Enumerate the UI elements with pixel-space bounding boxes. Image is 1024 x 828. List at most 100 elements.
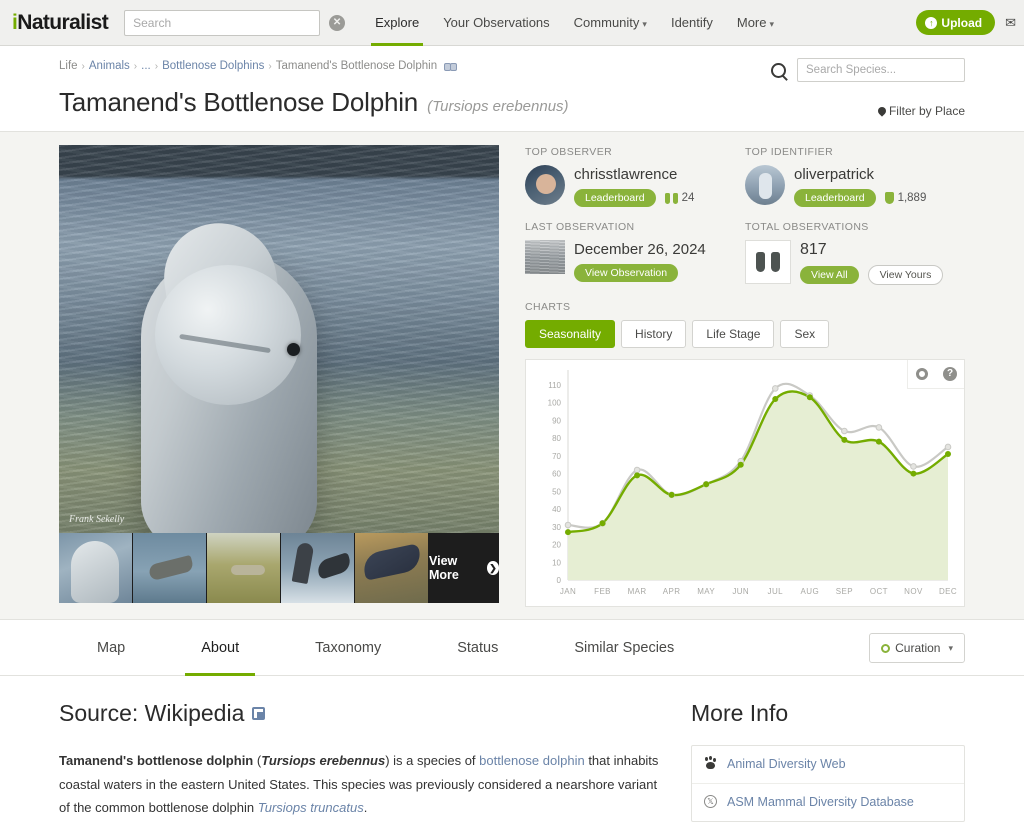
about-paragraph: Tamanend's bottlenose dolphin (Tursiops … xyxy=(59,749,659,820)
tab-map[interactable]: Map xyxy=(59,620,163,676)
top-identifier-leaderboard-button[interactable]: Leaderboard xyxy=(794,189,876,207)
thumbnail-5[interactable] xyxy=(355,533,429,603)
dolphin-head-shape xyxy=(155,265,301,405)
upload-arrow-icon: ↑ xyxy=(925,16,938,29)
last-observation-thumbnail[interactable] xyxy=(525,240,565,274)
open-paren: ( xyxy=(253,753,262,768)
view-observation-button[interactable]: View Observation xyxy=(574,264,679,282)
search-input[interactable] xyxy=(124,9,321,36)
thumbnail-2[interactable] xyxy=(133,533,207,603)
more-info-label: Animal Diversity Web xyxy=(727,757,846,771)
avatar[interactable] xyxy=(745,165,785,205)
help-question-icon[interactable]: ? xyxy=(936,360,964,388)
tab-about[interactable]: About xyxy=(163,620,277,676)
tab-status[interactable]: Status xyxy=(419,620,536,676)
more-info-item-asm-mammal-diversity-database[interactable]: 𝕏 ASM Mammal Diversity Database xyxy=(692,784,964,821)
hero-container: Frank Sekelly View More ❯ TOP OBSERVER c… xyxy=(59,145,965,607)
last-observation-date: December 26, 2024 xyxy=(574,241,706,258)
close-paren: ) xyxy=(385,753,394,768)
chart-tab-sex[interactable]: Sex xyxy=(780,320,830,348)
chart-tab-seasonality[interactable]: Seasonality xyxy=(525,320,616,348)
map-pin-icon xyxy=(876,105,888,117)
clear-search-icon[interactable]: ✕ xyxy=(329,14,346,31)
thumbnail-1[interactable] xyxy=(59,533,133,603)
nav-item-your-observations[interactable]: Your Observations xyxy=(431,0,561,46)
svg-text:FEB: FEB xyxy=(594,587,611,596)
nav-item-explore[interactable]: Explore xyxy=(363,0,431,46)
more-info-column: More Info Animal Diversity Web 𝕏 ASM Mam… xyxy=(691,700,965,822)
nav-search-group: ✕ xyxy=(124,9,346,36)
chart-tab-life-stage[interactable]: Life Stage xyxy=(692,320,775,348)
total-observations-block: TOTAL OBSERVATIONS 817 View All View You… xyxy=(745,221,965,285)
breadcrumb-item-bottlenose-dolphins[interactable]: Bottlenose Dolphins xyxy=(162,60,264,72)
breadcrumb-separator: › xyxy=(81,60,85,72)
top-observer-count: 24 xyxy=(664,192,695,204)
top-observer-block: TOP OBSERVER chrisstlawrence Leaderboard… xyxy=(525,146,745,207)
svg-text:JUN: JUN xyxy=(732,587,749,596)
logo-text: Naturalist xyxy=(17,10,109,34)
bottlenose-dolphin-link[interactable]: bottlenose dolphin xyxy=(479,753,585,768)
top-identifier-label: TOP IDENTIFIER xyxy=(745,146,834,158)
section-tabs-bar: Map About Taxonomy Status Similar Specie… xyxy=(0,620,1024,676)
mail-envelope-icon[interactable]: ✉ xyxy=(1005,15,1016,31)
filter-by-place-button[interactable]: Filter by Place xyxy=(876,104,965,118)
external-link-icon[interactable] xyxy=(252,707,266,720)
species-search-input[interactable] xyxy=(797,58,965,82)
top-navigation-bar: iNaturalist ✕ Explore Your Observations … xyxy=(0,0,1024,46)
species-bold-scientific: Tursiops erebennus xyxy=(261,753,386,768)
section-tabs-container: Map About Taxonomy Status Similar Specie… xyxy=(59,620,965,676)
top-identifier-username[interactable]: oliverpatrick xyxy=(794,166,926,183)
hero-section: Frank Sekelly View More ❯ TOP OBSERVER c… xyxy=(0,132,1024,620)
svg-text:30: 30 xyxy=(552,523,561,532)
chart-toolbar: ? xyxy=(907,360,964,389)
upload-button[interactable]: ↑ Upload xyxy=(916,10,996,35)
tursiops-truncatus-link[interactable]: Tursiops truncatus xyxy=(258,800,364,815)
species-search-group xyxy=(771,58,965,82)
arrow-right-circle-icon: ❯ xyxy=(487,561,499,575)
charts-label: CHARTS xyxy=(525,301,571,313)
chevron-down-icon: ▾ xyxy=(642,18,647,29)
svg-text:70: 70 xyxy=(552,452,561,461)
view-more-photos-button[interactable]: View More ❯ xyxy=(429,533,499,603)
curation-button[interactable]: Curation ▾ xyxy=(869,633,965,663)
view-all-button[interactable]: View All xyxy=(800,266,859,284)
nav-item-identify[interactable]: Identify xyxy=(659,0,725,46)
magnifier-icon[interactable] xyxy=(771,62,786,78)
asm-circle-icon: 𝕏 xyxy=(704,795,717,808)
more-info-item-animal-diversity-web[interactable]: Animal Diversity Web xyxy=(692,746,964,784)
shield-identification-icon xyxy=(884,192,894,204)
chevron-down-icon: ▾ xyxy=(769,18,775,29)
stats-row-2: LAST OBSERVATION December 26, 2024 View … xyxy=(525,221,965,285)
page-title-row: Tamanend's Bottlenose Dolphin (Tursiops … xyxy=(59,87,965,118)
breadcrumb-item-life[interactable]: Life xyxy=(59,60,78,72)
breadcrumb-item-animals[interactable]: Animals xyxy=(89,60,130,72)
nav-right-group: ↑ Upload ✉ xyxy=(916,10,1016,35)
tab-similar-species[interactable]: Similar Species xyxy=(536,620,712,676)
nav-item-more[interactable]: More ▾ xyxy=(725,0,786,46)
svg-text:NOV: NOV xyxy=(904,587,923,596)
avatar[interactable] xyxy=(525,165,565,205)
tab-taxonomy[interactable]: Taxonomy xyxy=(277,620,419,676)
gear-settings-icon[interactable] xyxy=(908,360,936,388)
inaturalist-logo[interactable]: iNaturalist xyxy=(12,10,109,35)
top-identifier-block: TOP IDENTIFIER oliverpatrick Leaderboard… xyxy=(745,146,965,207)
breadcrumb-item-ellipsis[interactable]: ... xyxy=(141,60,151,72)
nav-item-community[interactable]: Community ▾ xyxy=(562,0,659,46)
stats-column: TOP OBSERVER chrisstlawrence Leaderboard… xyxy=(525,145,965,607)
top-observer-count-value: 24 xyxy=(681,192,695,204)
para-text-3: . xyxy=(363,800,368,815)
top-observer-leaderboard-button[interactable]: Leaderboard xyxy=(574,189,656,207)
top-observer-username[interactable]: chrisstlawrence xyxy=(574,166,694,183)
main-species-photo[interactable]: Frank Sekelly xyxy=(59,145,499,533)
svg-text:MAY: MAY xyxy=(697,587,715,596)
filter-by-place-label: Filter by Place xyxy=(888,104,965,118)
svg-text:DEC: DEC xyxy=(939,587,957,596)
thumbnail-4[interactable] xyxy=(281,533,355,603)
chart-tab-history[interactable]: History xyxy=(621,320,687,348)
total-observations-count: 817 xyxy=(800,241,827,258)
thumbnail-3[interactable] xyxy=(207,533,281,603)
stats-row-1: TOP OBSERVER chrisstlawrence Leaderboard… xyxy=(525,146,965,207)
svg-text:60: 60 xyxy=(552,470,561,479)
more-info-label: ASM Mammal Diversity Database xyxy=(727,795,914,809)
view-yours-button[interactable]: View Yours xyxy=(867,265,944,285)
